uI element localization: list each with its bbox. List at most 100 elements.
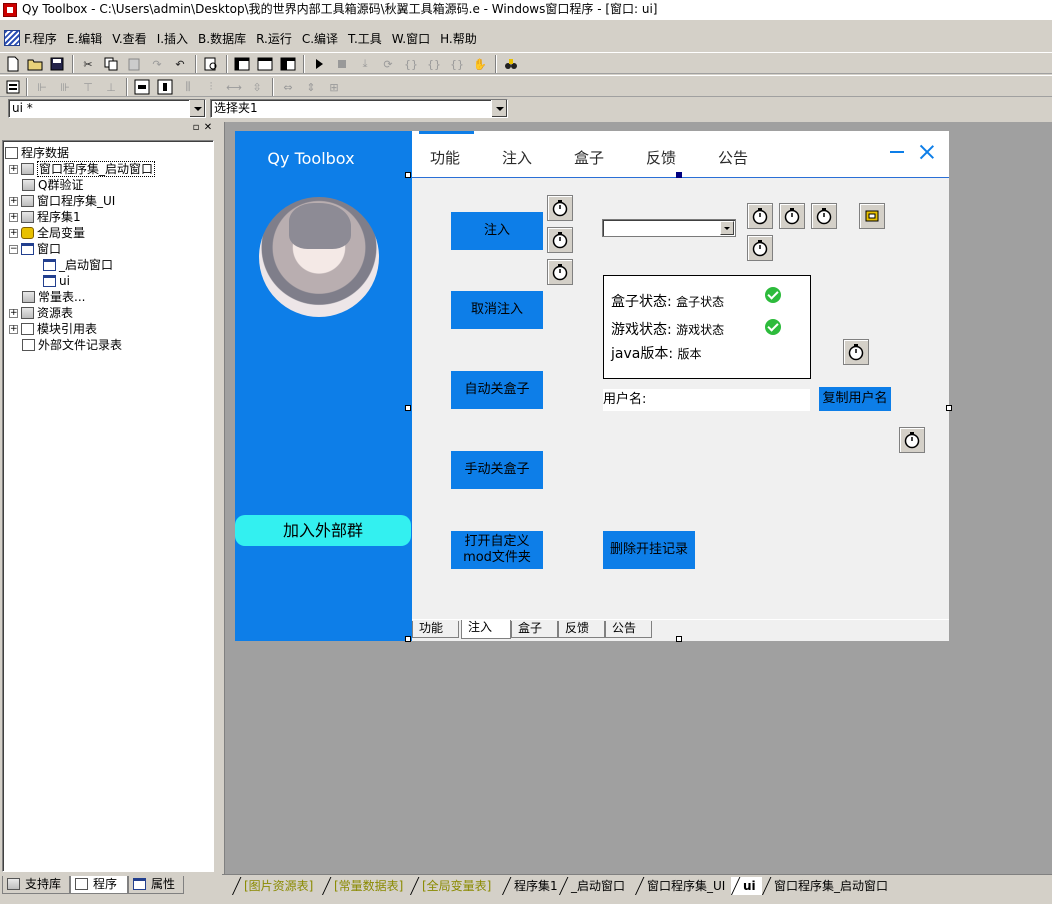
- pin-icon[interactable]: ▫: [191, 123, 201, 133]
- tab-program[interactable]: 程序: [70, 876, 128, 894]
- copy-icon[interactable]: [103, 56, 119, 72]
- menu-tools[interactable]: T.工具: [348, 31, 382, 47]
- mdi-window-icon[interactable]: [4, 30, 20, 46]
- tab-constant-data[interactable]: [常量数据表]: [322, 877, 409, 895]
- expand-icon[interactable]: +: [9, 229, 18, 238]
- layout-window-icon[interactable]: [234, 56, 250, 72]
- space-horizontal-icon[interactable]: ⫼: [180, 79, 196, 95]
- expand-icon[interactable]: +: [9, 213, 18, 222]
- resize-handle[interactable]: [405, 636, 411, 642]
- chevron-down-icon[interactable]: [189, 100, 205, 117]
- nav-tab-feedback[interactable]: 反馈: [646, 147, 676, 168]
- menu-help[interactable]: H.帮助: [440, 31, 477, 47]
- menu-program[interactable]: F.程序: [24, 31, 57, 47]
- timer-icon[interactable]: [779, 203, 805, 229]
- minimize-icon[interactable]: [890, 151, 904, 153]
- tab-module1[interactable]: 程序集1: [502, 877, 564, 895]
- tree-item-ui-class[interactable]: + 窗口程序集_UI: [9, 193, 115, 209]
- timer-icon[interactable]: [547, 195, 573, 221]
- expand-icon[interactable]: +: [9, 197, 18, 206]
- menu-run[interactable]: R.运行: [256, 31, 292, 47]
- resize-width-icon[interactable]: ⇔: [280, 79, 296, 95]
- redo-icon[interactable]: ↷: [149, 56, 165, 72]
- menu-edit[interactable]: E.编辑: [67, 31, 102, 47]
- timer-icon[interactable]: [899, 427, 925, 453]
- open-mod-folder-button[interactable]: 打开自定义mod文件夹: [451, 531, 543, 569]
- page-tab-feedback[interactable]: 反馈: [558, 621, 605, 638]
- menu-view[interactable]: V.查看: [112, 31, 146, 47]
- join-group-button[interactable]: 加入外部群: [235, 515, 411, 546]
- menu-insert[interactable]: I.插入: [157, 31, 188, 47]
- step-over-icon[interactable]: {}: [403, 56, 419, 72]
- form-name-combo[interactable]: ui *: [8, 99, 206, 118]
- tree-item-external-files[interactable]: 外部文件记录表: [22, 337, 122, 353]
- step-cursor-icon[interactable]: {}: [449, 56, 465, 72]
- align-right-icon[interactable]: ⊪: [57, 79, 73, 95]
- resize-handle[interactable]: [676, 172, 682, 178]
- close-icon[interactable]: [919, 144, 935, 160]
- page-tab-function[interactable]: 功能: [412, 621, 459, 638]
- step-icon[interactable]: ⤓: [357, 56, 373, 72]
- page-tab-inject[interactable]: 注入: [461, 620, 511, 639]
- tab-image-resources[interactable]: [图片资源表]: [232, 877, 319, 895]
- tree-item-windows[interactable]: − 窗口: [9, 241, 61, 257]
- form-layout-icon[interactable]: [5, 79, 21, 95]
- auto-close-box-button[interactable]: 自动关盒子: [451, 371, 543, 409]
- tree-item-module1[interactable]: + 程序集1: [9, 209, 81, 225]
- collapse-icon[interactable]: −: [9, 245, 18, 254]
- resize-handle[interactable]: [405, 405, 411, 411]
- tab-properties[interactable]: 属性: [128, 876, 184, 894]
- menu-database[interactable]: B.数据库: [198, 31, 246, 47]
- timer-icon[interactable]: [747, 235, 773, 261]
- close-icon[interactable]: ✕: [203, 123, 213, 133]
- tree-item-constants[interactable]: 常量表...: [22, 289, 85, 305]
- selector-combo[interactable]: 选择夹1: [210, 99, 508, 118]
- tree-item-qq-verify[interactable]: Q群验证: [22, 177, 83, 193]
- tab-startup-window[interactable]: _启动窗口: [559, 877, 631, 895]
- step-out-icon[interactable]: {}: [426, 56, 442, 72]
- page-tab-notice[interactable]: 公告: [605, 621, 652, 638]
- cut-icon[interactable]: ✂: [80, 56, 96, 72]
- step-into-icon[interactable]: ⟳: [380, 56, 396, 72]
- nav-tab-function[interactable]: 功能: [430, 147, 460, 168]
- manual-close-box-button[interactable]: 手动关盒子: [451, 451, 543, 489]
- nav-tab-notice[interactable]: 公告: [718, 147, 748, 168]
- hand-icon[interactable]: ✋: [472, 56, 488, 72]
- resize-handle[interactable]: [405, 172, 411, 178]
- tab-global-vars[interactable]: [全局变量表]: [410, 877, 497, 895]
- timer-icon[interactable]: [547, 259, 573, 285]
- nav-tab-box[interactable]: 盒子: [574, 147, 604, 168]
- project-tree[interactable]: 程序数据 + 窗口程序集_启动窗口 Q群验证 + 窗口程序集_UI + 程序集1 + 全…: [2, 140, 214, 872]
- undo-icon[interactable]: ↶: [172, 56, 188, 72]
- tab-support-library[interactable]: 支持库: [2, 876, 70, 894]
- chevron-down-icon[interactable]: [491, 100, 507, 117]
- copy-username-button[interactable]: 复制用户名: [819, 387, 891, 411]
- tree-item-resources[interactable]: + 资源表: [9, 305, 73, 321]
- version-combo[interactable]: [602, 219, 736, 237]
- page-tab-box[interactable]: 盒子: [511, 621, 558, 638]
- new-file-icon[interactable]: [5, 56, 21, 72]
- center-horizontal-icon[interactable]: [134, 79, 150, 95]
- same-width-icon[interactable]: ⟷: [226, 79, 242, 95]
- space-vertical-icon[interactable]: ⫶: [203, 79, 219, 95]
- designed-window[interactable]: Qy Toolbox 加入外部群 功能 注入 盒子 反馈 公告 注入 取消注入 …: [235, 131, 949, 641]
- center-vertical-icon[interactable]: [157, 79, 173, 95]
- align-top-icon[interactable]: ⊤: [80, 79, 96, 95]
- timer-icon[interactable]: [747, 203, 773, 229]
- find-icon[interactable]: [203, 56, 219, 72]
- open-folder-icon[interactable]: [27, 56, 43, 72]
- timer-icon[interactable]: [811, 203, 837, 229]
- menu-window[interactable]: W.窗口: [392, 31, 430, 47]
- align-bottom-icon[interactable]: ⊥: [103, 79, 119, 95]
- timer-icon[interactable]: [547, 227, 573, 253]
- component-icon[interactable]: [859, 203, 885, 229]
- tree-item-global-vars[interactable]: + 全局变量: [9, 225, 85, 241]
- align-left-icon[interactable]: ⊩: [34, 79, 50, 95]
- run-icon[interactable]: [311, 56, 327, 72]
- resize-handle[interactable]: [676, 636, 682, 642]
- tree-item-startup-class[interactable]: + 窗口程序集_启动窗口: [9, 161, 156, 177]
- tree-root[interactable]: 程序数据: [5, 145, 69, 161]
- save-icon[interactable]: [49, 56, 65, 72]
- menu-compile[interactable]: C.编译: [302, 31, 338, 47]
- expand-icon[interactable]: +: [9, 309, 18, 318]
